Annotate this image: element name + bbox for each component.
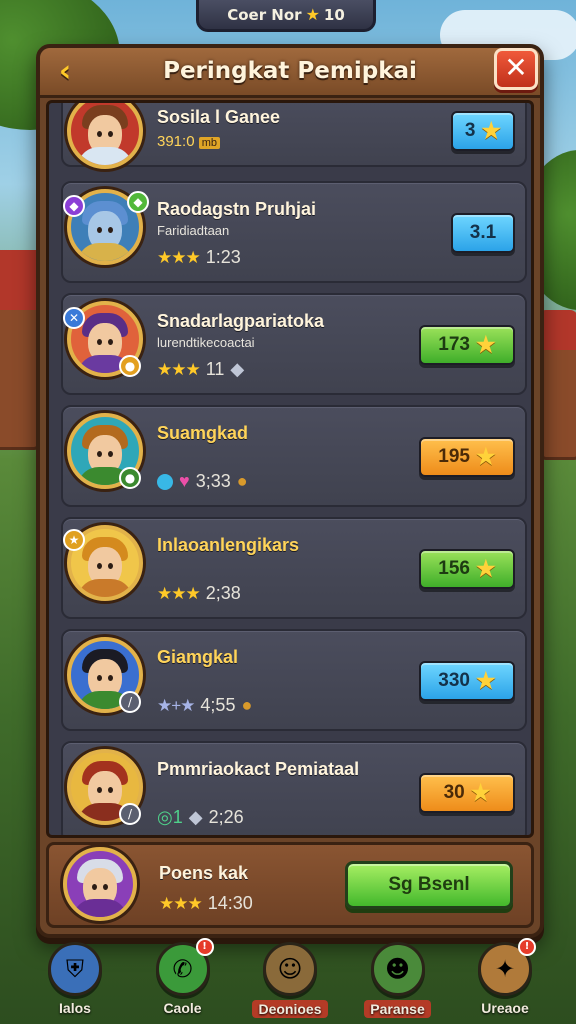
crystal-icon: ◆ [188, 807, 203, 827]
star-icon: ★ [475, 668, 496, 693]
star-icon: ★ [475, 444, 496, 469]
player-name: Suamgkad [157, 423, 249, 443]
score-button[interactable]: 195 ★ [419, 437, 515, 477]
player-name: Sosila l Ganee [157, 107, 281, 127]
goblin-icon: ☻ [370, 942, 425, 996]
close-icon: ✕ [504, 51, 528, 84]
leaderboard-row[interactable]: ✕ ● Snadarlagpariatoka lurendtikecoactai… [61, 293, 527, 395]
stars-icon: ★★★ [157, 583, 201, 603]
star-icon: ★ [481, 118, 502, 143]
player-subtitle: 391:0 mb [157, 133, 220, 150]
bag-icon: ● [236, 471, 248, 491]
panel-title: Peringkat Pemipkai [163, 58, 417, 84]
player-name: Raodagstn Pruhjai [157, 199, 317, 219]
player-stats: ★★★ 2;38 [157, 583, 241, 603]
coin-badge-icon: ● [119, 355, 141, 377]
stars-icon: ★+★ [157, 695, 195, 715]
notification-badge: ! [195, 938, 214, 956]
avatar [63, 847, 137, 921]
nav-item-ialos[interactable]: ⛨ Ialos [30, 938, 120, 1024]
stars-icon: ★★★ [157, 247, 201, 267]
player-name: Poens kak [159, 863, 249, 883]
sword-badge-icon: / [119, 803, 141, 825]
score-button[interactable]: 3.1 [451, 213, 515, 253]
panel-header: ‹ Peringkat Pemipkai ✕ [40, 48, 540, 98]
hero-icon: ☺ [263, 942, 317, 996]
star-icon: ★ [305, 5, 320, 24]
score-button[interactable]: 30 ★ [419, 773, 515, 813]
nav-item-caole[interactable]: ! ✆ Caole [138, 938, 228, 1024]
house [540, 340, 576, 460]
bag-icon: ● [241, 695, 253, 715]
leaderboard-row[interactable]: / Giamgkal ★+★ 4;55 ● 330 ★ [61, 629, 527, 731]
leaf-badge-icon: ● [119, 467, 141, 489]
player-stats: ◎1 ◆ 2;26 [157, 807, 244, 827]
blue-gem-icon [157, 473, 173, 490]
leaf-badge-icon: ◆ [127, 191, 149, 213]
star-icon: ★ [475, 556, 496, 581]
leaderboard-row[interactable]: ● Suamgkad ♥ 3;33 ● 195 ★ [61, 405, 527, 507]
nav-item-paranse[interactable]: ☻ Paranse [353, 938, 443, 1024]
house [0, 300, 40, 450]
rank-badge-icon: ◆ [63, 195, 85, 217]
shield-icon: ⛨ [48, 942, 102, 996]
bottom-nav: ⛨ Ialos ! ✆ Caole ☺ Deonioes ☻ Paranse !… [30, 938, 550, 1024]
currency-label: Coer Nor [227, 5, 302, 24]
score-button[interactable]: 156 ★ [419, 549, 515, 589]
player-subtitle: Faridiadtaan [157, 223, 230, 238]
score-button[interactable]: 173 ★ [419, 325, 515, 365]
star-badge-icon: ★ [63, 529, 85, 551]
player-name: Inlaoanlengikars [157, 535, 300, 555]
star-icon: ★ [475, 332, 496, 357]
leaderboard-row[interactable]: ◆ ◆ Raodagstn Pruhjai Faridiadtaan ★★★ 1… [61, 181, 527, 283]
ring-icon: ◎1 [157, 807, 183, 827]
leaderboard-list[interactable]: Sosila l Ganee 391:0 mb 3 ★ ◆ ◆ Raodagstn… [46, 100, 534, 838]
player-stats: ★+★ 4;55 ● [157, 695, 253, 715]
player-name: Pmmriaokact Pemiataal [157, 759, 360, 779]
player-name: Snadarlagpariatoka [157, 311, 325, 331]
player-subtitle: lurendtikecoactai [157, 335, 255, 350]
leaderboard-row[interactable]: / Pmmriaokact Pemiataal ◎1 ◆ 2;26 30 ★ [61, 741, 527, 835]
heart-icon: ♥ [179, 471, 190, 491]
avatar [67, 103, 143, 169]
currency-value: 10 [323, 5, 345, 24]
player-stats: ♥ 3;33 ● [157, 471, 248, 492]
stars-icon: ★★★ [157, 359, 201, 379]
score-button[interactable]: 330 ★ [419, 661, 515, 701]
leaderboard-row[interactable]: ★ Inlaoanlengikars ★★★ 2;38 156 ★ [61, 517, 527, 619]
notification-badge: ! [518, 938, 536, 956]
player-stats: ★★★ 11 ◆ [157, 359, 245, 379]
stars-icon: ★★★ [159, 893, 203, 913]
leaderboard-row[interactable]: Sosila l Ganee 391:0 mb 3 ★ [61, 103, 527, 169]
my-rank-row: Poens kak ★★★ 14:30 Sg Bsenl [46, 842, 534, 928]
player-stats: ★★★ 14:30 [159, 893, 253, 913]
gem-badge-icon: ✕ [63, 307, 85, 329]
leaderboard-panel: ‹ Peringkat Pemipkai ✕ Sosila l Ganee 39… [36, 44, 544, 938]
player-stats: ★★★ 1:23 [157, 247, 241, 267]
score-button[interactable]: 3 ★ [451, 111, 515, 151]
star-icon: ★ [470, 780, 491, 805]
nav-item-ureaoe[interactable]: ! ✦ Ureaoe [460, 938, 550, 1024]
nav-item-deonioes[interactable]: ☺ Deonioes [245, 938, 335, 1024]
claim-button[interactable]: Sg Bsenl [345, 861, 513, 909]
crystal-icon: ◆ [230, 359, 245, 379]
player-name: Giamgkal [157, 647, 239, 667]
currency-pill: Coer Nor ★ 10 [196, 0, 376, 32]
close-button[interactable]: ✕ [494, 48, 538, 90]
sword-badge-icon: / [119, 691, 141, 713]
